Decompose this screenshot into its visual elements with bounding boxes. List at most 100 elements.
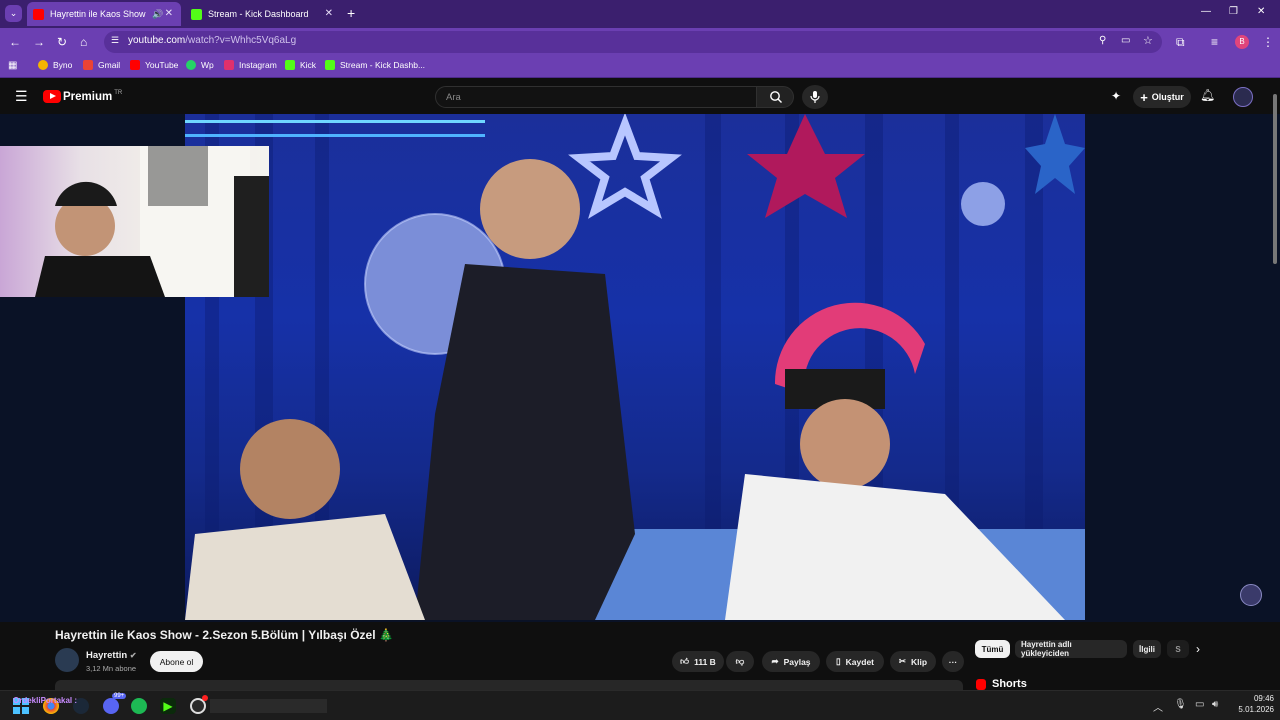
url-text: youtube.com/watch?v=Whhc5Vq6aLg: [128, 35, 297, 46]
restore-icon[interactable]: ❐: [1229, 6, 1238, 17]
zoom-icon[interactable]: ⚲: [1099, 35, 1106, 46]
scissors-icon: ✂: [898, 656, 907, 666]
tab-youtube[interactable]: Hayrettin ile Kaos Show - 2. 🔊 ✕: [27, 2, 181, 26]
bookmark-byno[interactable]: Byno: [38, 60, 72, 70]
verified-icon: ✔: [129, 651, 137, 660]
home-icon[interactable]: ⌂: [80, 35, 87, 49]
webcam-scene: [35, 146, 269, 297]
bookmark-gmail[interactable]: Gmail: [83, 60, 120, 70]
volume-icon[interactable]: 🔊︎: [1212, 699, 1218, 710]
clip-button[interactable]: ✂ Klip: [890, 651, 936, 672]
youtube-favicon-icon: [33, 8, 44, 20]
video-scene: [185, 114, 1085, 620]
kick-icon: [285, 60, 295, 70]
video-frame: [185, 114, 1085, 620]
bookmark-youtube[interactable]: YouTube: [130, 60, 178, 70]
byno-icon: [38, 60, 48, 70]
youtube-header: ☰ Premium TR Ara ✦ + Oluştur 🔔︎: [0, 80, 1280, 114]
bookmark-kick-dashboard[interactable]: Stream - Kick Dashb...: [325, 60, 425, 70]
speaker-icon: 🔊: [152, 8, 164, 19]
discord-badge: 99+: [112, 693, 127, 699]
search-input[interactable]: Ara: [435, 86, 757, 108]
window-close-icon[interactable]: ✕: [1257, 6, 1265, 17]
youtube-studio-icon[interactable]: ✦: [1111, 89, 1121, 103]
tab-search-button[interactable]: ⌄: [5, 5, 22, 22]
search-icon: [770, 91, 782, 103]
thumbs-up-icon: 👍︎: [680, 656, 690, 666]
chip-related[interactable]: İlgili: [1133, 640, 1161, 658]
media-control-icon[interactable]: ≡: [1211, 35, 1218, 49]
bookmark-star-icon[interactable]: ☆: [1143, 34, 1153, 47]
bookmarks-bar: ▦ Byno Gmail YouTube Wp Instagram Kick S…: [0, 56, 1280, 78]
apps-grid-icon[interactable]: ▦: [8, 60, 17, 71]
bookmark-whatsapp[interactable]: Wp: [186, 60, 214, 70]
more-actions-button[interactable]: ···: [942, 651, 964, 672]
taskbar-app-label[interactable]: OrdekliPortakal :: [13, 696, 77, 705]
share-icon: ➦: [771, 656, 779, 666]
menu-dots-icon[interactable]: ⋮: [1262, 35, 1274, 49]
like-button[interactable]: 👍︎ 111 B: [672, 651, 724, 672]
share-button[interactable]: ➦ Paylaş: [762, 651, 820, 672]
site-info-icon[interactable]: ☰: [111, 35, 119, 46]
webcam-overlay: [0, 146, 269, 297]
close-icon[interactable]: ✕: [165, 8, 173, 19]
close-icon[interactable]: ✕: [325, 8, 333, 19]
chip-all[interactable]: Tümü: [975, 640, 1010, 658]
tab-youtube-title: Hayrettin ile Kaos Show - 2.: [50, 9, 148, 19]
spotify-icon[interactable]: [131, 698, 147, 714]
channel-avatar[interactable]: [55, 648, 79, 672]
minimize-icon[interactable]: —: [1201, 6, 1211, 17]
youtube-icon: [130, 60, 140, 70]
plus-icon: +: [1140, 89, 1148, 105]
network-icon[interactable]: ▭: [1195, 699, 1204, 710]
dislike-button[interactable]: 👎︎: [726, 651, 754, 672]
clock[interactable]: 09:46 5.01.2026: [1232, 694, 1274, 714]
shorts-heading: Shorts: [976, 678, 1027, 690]
microphone-icon: [810, 91, 820, 103]
cast-icon[interactable]: ▭: [1121, 35, 1130, 46]
more-dots-icon: ···: [948, 656, 958, 667]
extensions-icon[interactable]: ⧉: [1176, 35, 1185, 49]
save-button[interactable]: ▯ Kaydet: [826, 651, 884, 672]
bookmark-kick[interactable]: Kick: [285, 60, 316, 70]
floating-round-button[interactable]: [1240, 584, 1262, 606]
kick-app-icon[interactable]: ▶: [160, 698, 176, 714]
bookmark-instagram[interactable]: Instagram: [224, 60, 277, 70]
clock-date: 5.01.2026: [1238, 705, 1274, 714]
whatsapp-icon: [186, 60, 196, 70]
chevron-right-icon[interactable]: ›: [1196, 642, 1200, 656]
thumbs-down-icon: 👎︎: [735, 656, 745, 666]
page-scrollbar[interactable]: [1273, 94, 1277, 264]
taskbar-preview-strip: [210, 699, 327, 713]
tray-chevron-icon[interactable]: ︿: [1153, 699, 1163, 714]
subscribe-button[interactable]: Abone ol: [150, 651, 203, 672]
discord-icon[interactable]: [103, 698, 119, 714]
gmail-icon: [83, 60, 93, 70]
notifications-bell-icon[interactable]: 🔔︎: [1200, 88, 1215, 102]
shorts-icon: [976, 678, 986, 690]
search-button[interactable]: [756, 86, 794, 108]
forward-icon[interactable]: →: [33, 35, 45, 49]
chip-from-uploader[interactable]: Hayrettin adlı yükleyiciden: [1015, 640, 1127, 658]
video-player[interactable]: [0, 94, 1280, 622]
back-icon[interactable]: ←: [9, 35, 21, 49]
reload-icon[interactable]: ↻: [57, 35, 67, 49]
microphone-tray-icon[interactable]: 🎙︎: [1174, 699, 1187, 710]
channel-name[interactable]: Hayrettin ✔: [86, 650, 137, 661]
new-tab-icon[interactable]: +: [347, 5, 355, 21]
account-avatar[interactable]: [1233, 87, 1253, 107]
create-button[interactable]: + Oluştur: [1133, 86, 1191, 108]
youtube-logo[interactable]: Premium TR: [43, 90, 122, 103]
tab-kick[interactable]: Stream - Kick Dashboard ✕: [185, 2, 341, 26]
windows-taskbar: 99+ ▶ OrdekliPortakal : ︿ 🎙︎ ▭ 🔊︎ 09:46 …: [0, 690, 1280, 720]
voice-search-button[interactable]: [802, 85, 828, 109]
browser-toolbar: ← → ↻ ⌂ ☰ youtube.com/watch?v=Whhc5Vq6aL…: [0, 28, 1280, 56]
hamburger-menu-icon[interactable]: ☰: [15, 88, 28, 105]
obs-recording-dot: [202, 695, 208, 701]
youtube-play-icon: [43, 90, 61, 103]
address-bar[interactable]: ☰ youtube.com/watch?v=Whhc5Vq6aLg ⚲ ▭ ☆: [104, 31, 1162, 53]
profile-avatar[interactable]: B: [1235, 35, 1249, 49]
description-bar[interactable]: [55, 680, 963, 690]
chip-more[interactable]: S: [1167, 640, 1189, 658]
clock-time: 09:46: [1253, 694, 1274, 703]
